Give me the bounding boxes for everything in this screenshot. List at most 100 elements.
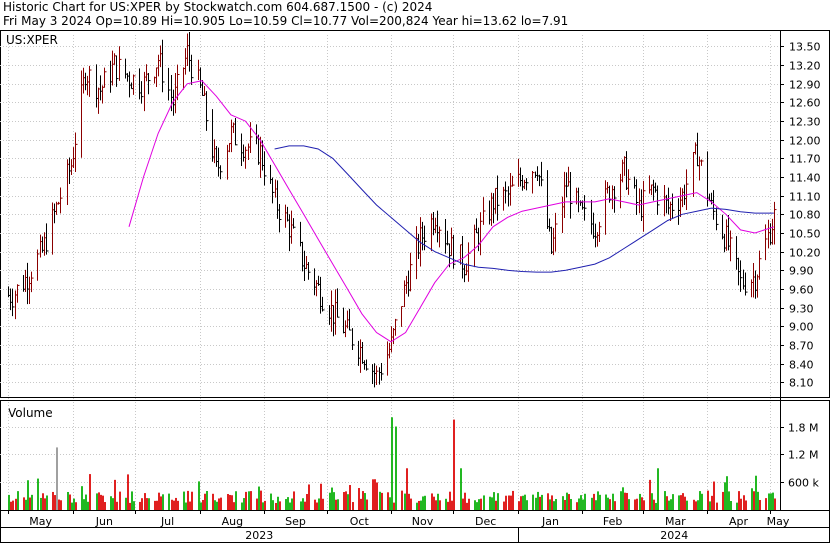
volume-bar bbox=[508, 495, 510, 510]
volume-bar bbox=[27, 480, 29, 510]
volume-bar bbox=[302, 498, 304, 510]
volume-bar bbox=[175, 497, 177, 510]
volume-bar bbox=[129, 502, 131, 510]
volume-bar bbox=[241, 502, 243, 510]
volume-bar bbox=[25, 499, 27, 510]
volume-bar bbox=[682, 493, 684, 510]
volume-bar bbox=[553, 501, 555, 510]
volume-bar bbox=[293, 491, 295, 510]
volume-bar bbox=[686, 500, 688, 510]
volume-bar bbox=[52, 491, 54, 510]
volume-bar bbox=[191, 491, 193, 510]
volume-bar bbox=[755, 475, 757, 510]
volume-bar bbox=[653, 499, 655, 510]
volume-bar bbox=[580, 495, 582, 510]
volume-bar bbox=[474, 500, 476, 510]
volume-bar bbox=[270, 493, 272, 510]
volume-bar bbox=[483, 495, 485, 510]
volume-bar bbox=[772, 492, 774, 510]
volume-bar bbox=[491, 497, 493, 510]
volume-bar bbox=[524, 494, 526, 510]
price-tick-label: 8.10 bbox=[789, 377, 814, 390]
price-tick-label: 13.50 bbox=[789, 41, 821, 54]
volume-bar bbox=[628, 499, 630, 510]
volume-bar bbox=[15, 498, 17, 510]
volume-bar bbox=[728, 491, 730, 510]
volume-bar bbox=[73, 498, 75, 510]
volume-bar bbox=[162, 494, 164, 510]
volume-bar bbox=[379, 491, 381, 510]
volume-bar bbox=[212, 493, 214, 510]
price-tick-label: 12.00 bbox=[789, 135, 821, 148]
volume-bar bbox=[189, 501, 191, 510]
volume-bar bbox=[493, 492, 495, 510]
price-tick-label: 9.60 bbox=[789, 284, 814, 297]
volume-bar bbox=[287, 497, 289, 510]
ma-short-line bbox=[128, 80, 774, 343]
volume-bar bbox=[96, 493, 98, 510]
price-tick-label: 8.40 bbox=[789, 359, 814, 372]
volume-bar bbox=[510, 495, 512, 510]
volume-bar bbox=[119, 491, 121, 510]
price-tick-label: 12.30 bbox=[789, 116, 821, 129]
volume-bar bbox=[331, 487, 333, 510]
price-tick-label: 11.10 bbox=[789, 191, 821, 204]
volume-bar bbox=[664, 491, 666, 510]
volume-bar bbox=[406, 468, 408, 510]
volume-bar bbox=[724, 482, 726, 510]
volume-bar bbox=[464, 492, 466, 510]
volume-bar bbox=[624, 492, 626, 510]
volume-bar bbox=[759, 499, 761, 510]
volume-bar bbox=[497, 493, 499, 510]
volume-bar bbox=[389, 497, 391, 510]
volume-bar bbox=[127, 474, 129, 510]
volume-bar bbox=[352, 502, 354, 510]
volume-bar bbox=[144, 493, 146, 510]
volume-bar bbox=[322, 498, 324, 510]
month-label: Feb bbox=[603, 515, 622, 528]
volume-bar bbox=[740, 498, 742, 510]
volume-bar bbox=[60, 500, 62, 510]
month-label: Mar bbox=[665, 515, 686, 528]
volume-bar bbox=[418, 500, 420, 510]
price-tick-label: 12.60 bbox=[789, 97, 821, 110]
volume-bar bbox=[110, 496, 112, 510]
volume-bar bbox=[578, 498, 580, 510]
volume-bar bbox=[42, 493, 44, 510]
month-label: Jun bbox=[95, 515, 113, 528]
volume-bar bbox=[562, 496, 564, 510]
volume-bar bbox=[395, 426, 397, 510]
volume-bar bbox=[272, 500, 274, 510]
volume-bar bbox=[216, 501, 218, 510]
volume-bar bbox=[277, 496, 279, 510]
volume-bar bbox=[701, 493, 703, 510]
volume-bar bbox=[183, 491, 185, 510]
volume-bar bbox=[612, 493, 614, 510]
volume-bar bbox=[730, 501, 732, 510]
volume-bar bbox=[620, 491, 622, 510]
volume-bar bbox=[649, 479, 651, 510]
volume-bar bbox=[250, 491, 252, 510]
price-tick-label: 10.20 bbox=[789, 247, 821, 260]
volume-bar bbox=[358, 488, 360, 510]
month-label: Oct bbox=[350, 515, 370, 528]
volume-bar bbox=[726, 476, 728, 510]
price-tick-label: 10.80 bbox=[789, 209, 821, 222]
ma-long-line bbox=[274, 145, 774, 273]
volume-bar bbox=[112, 498, 114, 510]
volume-bar bbox=[410, 498, 412, 510]
volume-bar bbox=[476, 502, 478, 510]
volume-bar bbox=[85, 494, 87, 510]
volume-bar bbox=[401, 490, 403, 510]
volume-bar bbox=[141, 498, 143, 510]
volume-bar bbox=[693, 499, 695, 510]
volume-bar bbox=[614, 501, 616, 510]
volume-bar bbox=[549, 499, 551, 510]
volume-bar bbox=[670, 499, 672, 510]
volume-bar bbox=[168, 493, 170, 510]
month-label: May bbox=[767, 515, 790, 528]
volume-bar bbox=[146, 498, 148, 510]
volume-bar bbox=[680, 495, 682, 510]
volume-bar bbox=[220, 497, 222, 510]
volume-bar bbox=[551, 495, 553, 510]
